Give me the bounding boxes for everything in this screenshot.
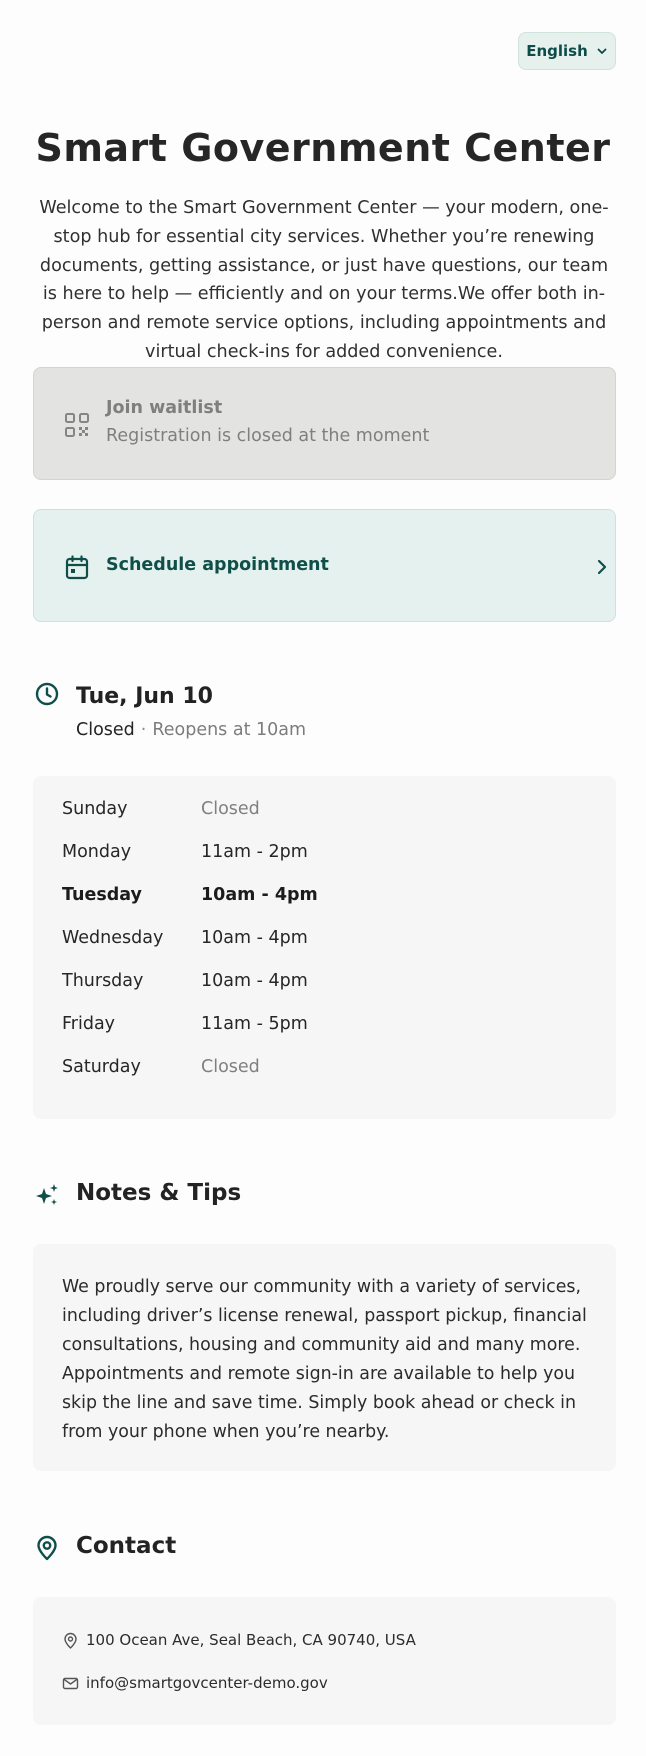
hours-day: Monday (62, 842, 132, 862)
clock-icon (35, 682, 59, 706)
status-separator: · (140, 720, 147, 740)
opening-hours-table: Sunday Closed Monday 11am - 2pm Tuesday … (33, 776, 616, 1119)
hours-time: 11am - 5pm (201, 1014, 308, 1034)
page-title: Smart Government Center (35, 126, 611, 170)
map-pin-icon (37, 1535, 57, 1561)
page: English Smart Government Center Welcome … (0, 0, 646, 1756)
notes-text: We proudly serve our community with a va… (62, 1277, 587, 1442)
waitlist-subtitle: Registration is closed at the moment (106, 426, 430, 446)
notes-title: Notes & Tips (76, 1180, 242, 1206)
intro-text: Welcome to the Smart Government Center —… (39, 198, 609, 362)
hours-row-sunday: Sunday Closed (62, 799, 582, 823)
sparkles-icon (36, 1184, 58, 1205)
contact-title: Contact (76, 1533, 177, 1559)
schedule-appointment-label: Schedule appointment (106, 555, 329, 575)
today-date: Tue, Jun 10 (76, 684, 213, 709)
language-label: English (526, 42, 588, 60)
notes-panel: We proudly serve our community with a va… (33, 1244, 616, 1471)
mail-icon (62, 1677, 79, 1689)
email-text: info@smartgovcenter-demo.gov (86, 1674, 328, 1692)
hours-row-tuesday: Tuesday 10am - 4pm (62, 885, 582, 909)
address-text: 100 Ocean Ave, Seal Beach, CA 90740, USA (86, 1631, 416, 1649)
hours-time: 11am - 2pm (201, 842, 308, 862)
qr-code-icon (65, 413, 89, 437)
contact-panel: 100 Ocean Ave, Seal Beach, CA 90740, USA… (33, 1597, 616, 1725)
contact-address[interactable]: 100 Ocean Ave, Seal Beach, CA 90740, USA (62, 1630, 416, 1650)
chevron-right-icon (597, 559, 607, 575)
hours-day: Wednesday (62, 928, 164, 948)
hours-row-saturday: Saturday Closed (62, 1057, 582, 1081)
location-icon (64, 1632, 77, 1649)
hours-time: Closed (201, 1057, 260, 1077)
hours-row-wednesday: Wednesday 10am - 4pm (62, 928, 582, 952)
hours-day: Sunday (62, 799, 128, 819)
hours-day: Thursday (62, 971, 144, 991)
hours-time: 10am - 4pm (201, 971, 308, 991)
today-status: Closed · Reopens at 10am (76, 720, 306, 740)
hours-time: 10am - 4pm (201, 885, 318, 905)
hours-row-thursday: Thursday 10am - 4pm (62, 971, 582, 995)
chevron-down-icon (597, 48, 607, 54)
waitlist-title: Join waitlist (106, 398, 223, 418)
hours-time: Closed (201, 799, 260, 819)
language-selector[interactable]: English (518, 32, 616, 70)
hours-day: Friday (62, 1014, 116, 1034)
schedule-appointment-button[interactable]: Schedule appointment (33, 509, 616, 622)
open-status: Closed (76, 720, 135, 740)
hours-time: 10am - 4pm (201, 928, 308, 948)
hours-day: Tuesday (62, 885, 142, 905)
calendar-icon (65, 555, 89, 580)
hours-row-friday: Friday 11am - 5pm (62, 1014, 582, 1038)
contact-email[interactable]: info@smartgovcenter-demo.gov (62, 1673, 328, 1693)
join-waitlist-card: Join waitlist Registration is closed at … (33, 367, 616, 480)
hours-row-monday: Monday 11am - 2pm (62, 842, 582, 866)
reopen-time: Reopens at 10am (152, 720, 307, 740)
hours-day: Saturday (62, 1057, 141, 1077)
